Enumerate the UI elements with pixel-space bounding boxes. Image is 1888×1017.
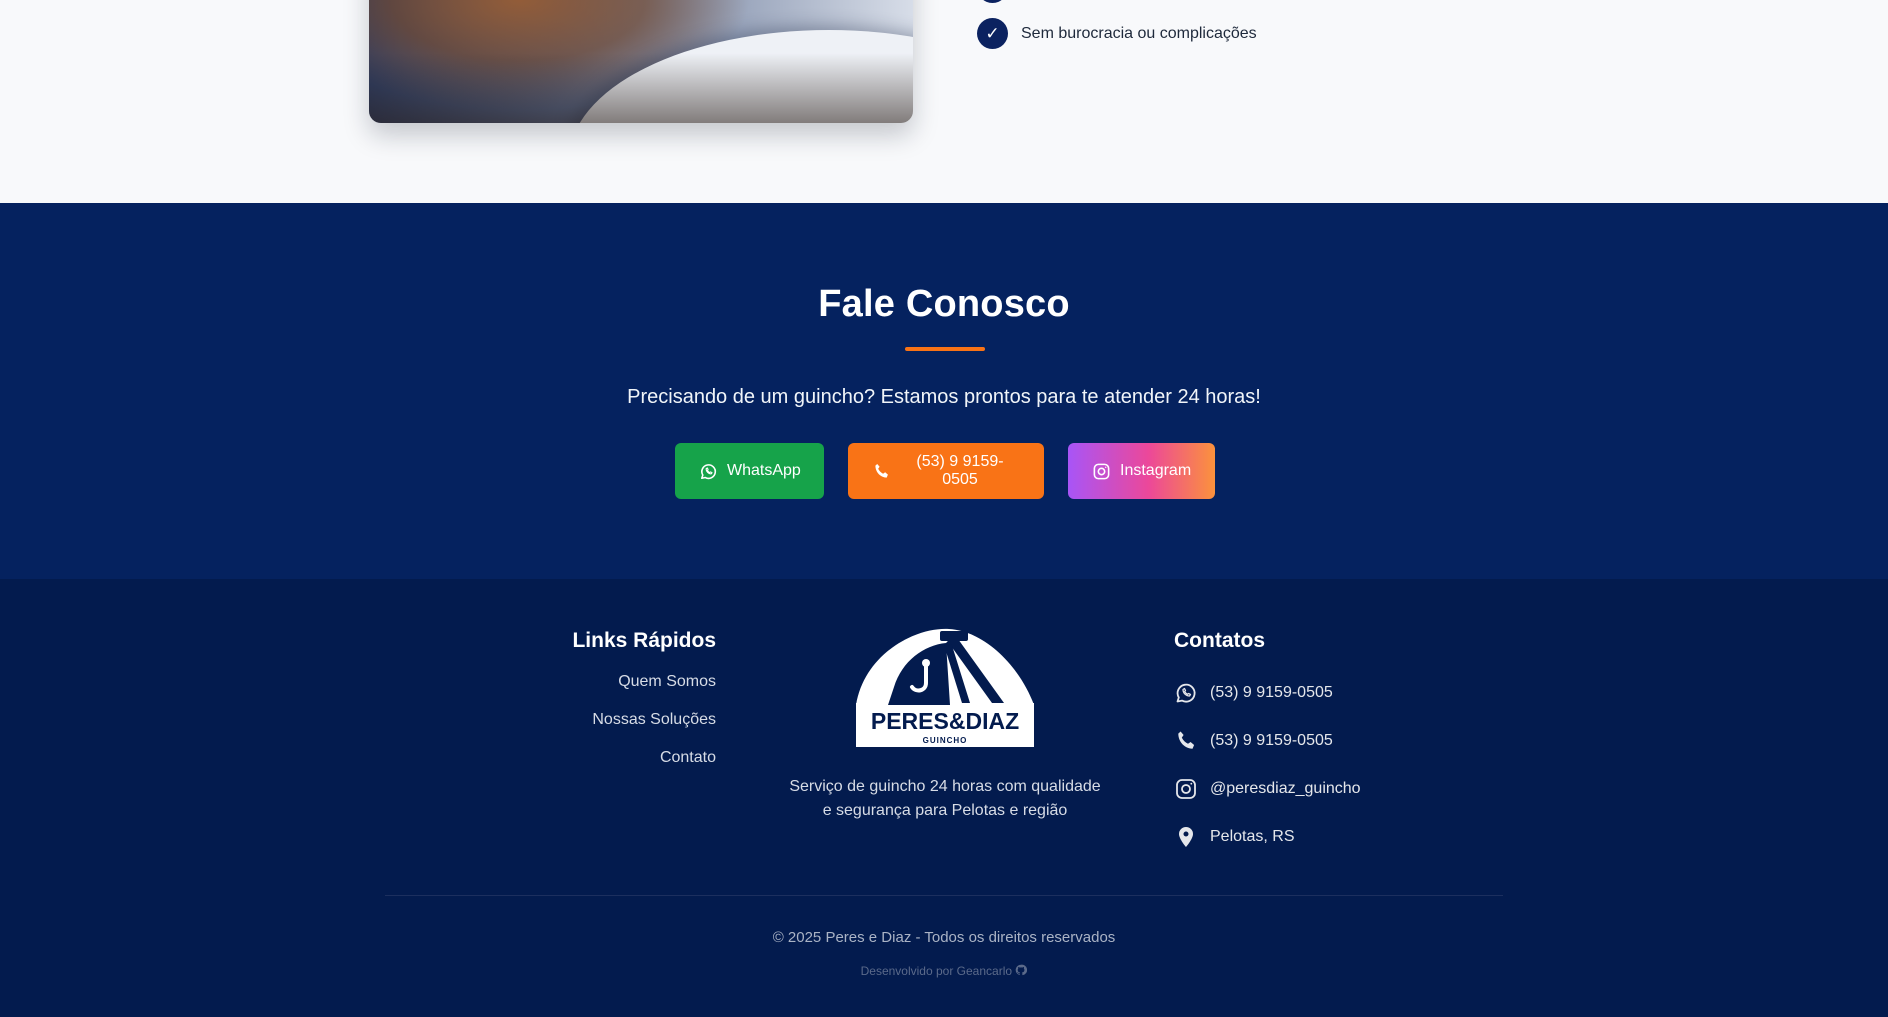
contact-whatsapp[interactable]: (53) 9 9159-0505 <box>1174 669 1434 717</box>
footer-divider <box>385 895 1503 896</box>
quick-links: Links Rápidos Quem Somos Nossas Soluções… <box>540 629 716 767</box>
check-icon <box>977 0 1008 3</box>
contact-whatsapp-text: (53) 9 9159-0505 <box>1210 684 1333 701</box>
contact-title: Fale Conosco <box>818 283 1070 325</box>
brand-description: Serviço de guincho 24 horas com qualidad… <box>785 775 1105 823</box>
footer-contacts: Contatos (53) 9 9159-0505 (53) 9 9159-05… <box>1174 629 1434 861</box>
about-section: ✓ Sem burocracia ou complicações <box>0 0 1888 203</box>
brand-description-line1: Serviço de guincho 24 horas com qualidad… <box>789 778 1101 795</box>
check-icon: ✓ <box>977 18 1008 49</box>
contact-location: Pelotas, RS <box>1174 813 1434 861</box>
quick-links-title: Links Rápidos <box>572 629 716 652</box>
checklist-item-label: Sem burocracia ou complicações <box>1021 24 1257 42</box>
svg-text:PERES&DIAZ: PERES&DIAZ <box>871 708 1019 734</box>
contact-buttons: WhatsApp (53) 9 9159-0505 Instagram <box>675 443 1215 499</box>
contact-phone-text: (53) 9 9159-0505 <box>1210 732 1333 749</box>
footer-brand: PERES&DIAZ GUINCHO Serviço de guincho 24… <box>785 625 1105 823</box>
contact-location-text: Pelotas, RS <box>1210 828 1295 845</box>
footer-link-quem-somos[interactable]: Quem Somos <box>540 673 716 691</box>
footer-link-contato[interactable]: Contato <box>540 749 716 767</box>
whatsapp-button[interactable]: WhatsApp <box>675 443 824 499</box>
contact-instagram[interactable]: @peresdiaz_guincho <box>1174 765 1434 813</box>
footer-link-nossas-solucoes[interactable]: Nossas Soluções <box>540 711 716 729</box>
company-logo: PERES&DIAZ GUINCHO <box>854 625 1036 753</box>
instagram-button-label: Instagram <box>1120 462 1192 479</box>
whatsapp-button-label: WhatsApp <box>727 462 801 479</box>
phone-button-label: (53) 9 9159-0505 <box>916 453 1004 488</box>
svg-text:GUINCHO: GUINCHO <box>923 736 968 745</box>
developer-credit-text: Desenvolvido por Geancarlo <box>860 964 1013 978</box>
about-photo <box>369 0 913 123</box>
contact-phone[interactable]: (53) 9 9159-0505 <box>1174 717 1434 765</box>
developer-credit[interactable]: Desenvolvido por Geancarlo <box>0 964 1888 978</box>
phone-icon <box>1174 729 1198 753</box>
footer: Links Rápidos Quem Somos Nossas Soluções… <box>0 579 1888 1017</box>
brand-description-line2: e segurança para Pelotas e região <box>822 802 1068 819</box>
whatsapp-icon <box>699 462 718 481</box>
copyright: © 2025 Peres e Diaz - Todos os direitos … <box>772 929 1116 946</box>
checklist-item: ✓ Sem burocracia ou complicações <box>977 18 1257 49</box>
phone-button[interactable]: (53) 9 9159-0505 <box>848 443 1044 499</box>
instagram-icon <box>1174 777 1198 801</box>
instagram-button[interactable]: Instagram <box>1068 443 1215 499</box>
github-icon <box>1015 964 1028 978</box>
whatsapp-icon <box>1174 681 1198 705</box>
contacts-title: Contatos <box>1174 629 1265 652</box>
title-divider <box>905 347 985 351</box>
phone-icon <box>872 462 891 481</box>
contact-subtitle: Precisando de um guincho? Estamos pronto… <box>627 386 1261 408</box>
contact-section: Fale Conosco Precisando de um guincho? E… <box>0 203 1888 579</box>
contact-instagram-text: @peresdiaz_guincho <box>1210 780 1361 797</box>
location-pin-icon <box>1174 825 1198 849</box>
instagram-icon <box>1092 462 1111 481</box>
